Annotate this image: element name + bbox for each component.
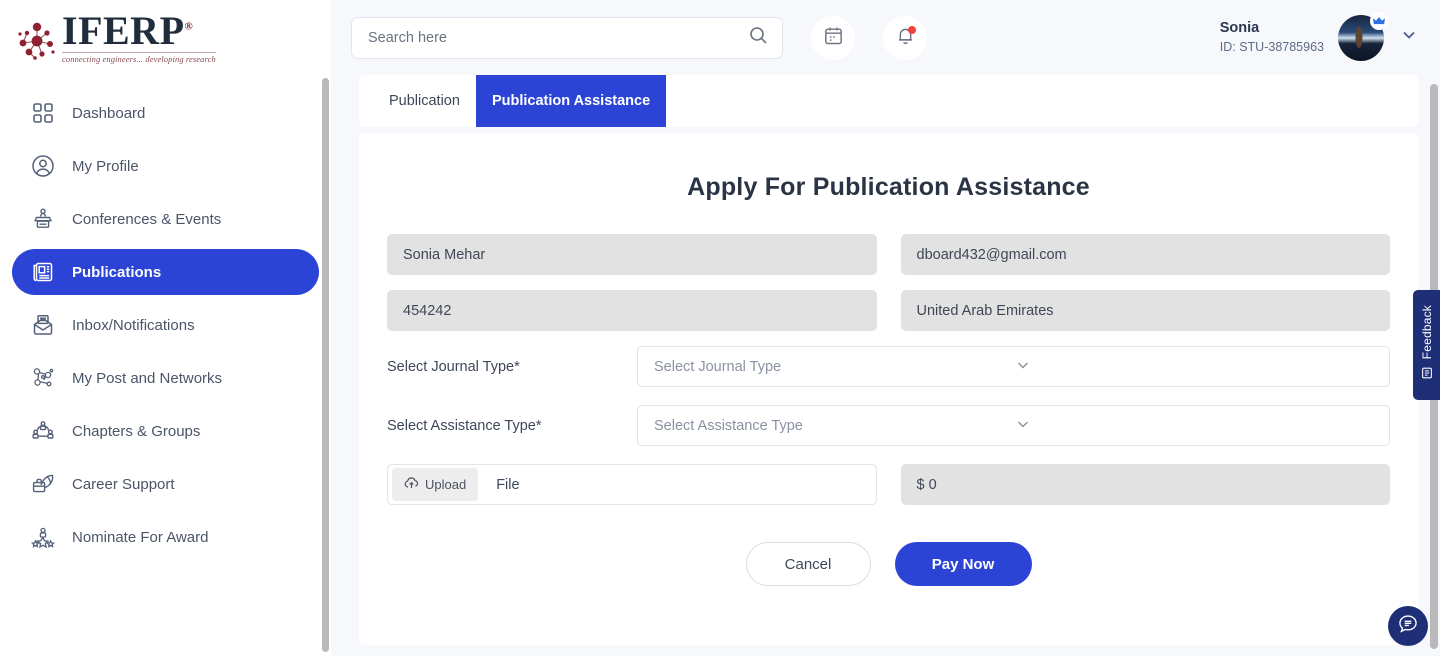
pay-now-button[interactable]: Pay Now <box>895 542 1032 586</box>
sidebar-item-label: Career Support <box>72 476 175 493</box>
feedback-label: Feedback <box>1420 305 1434 359</box>
envelope-icon <box>22 313 64 337</box>
user-name: Sonia <box>1220 19 1324 39</box>
avatar[interactable] <box>1338 15 1384 61</box>
tagline-part-1: connecting engineers... <box>62 54 143 64</box>
chevron-down-icon[interactable] <box>1400 26 1418 49</box>
form-actions: Cancel Pay Now <box>387 542 1390 586</box>
chevron-down-icon <box>1015 416 1376 436</box>
sidebar-item-my-post-and-networks[interactable]: My Post and Networks <box>12 355 319 401</box>
file-name-label: File <box>496 477 519 493</box>
sidebar-item-label: Chapters & Groups <box>72 423 200 440</box>
tab-publication-assistance[interactable]: Publication Assistance <box>476 75 666 127</box>
grid-icon <box>22 102 64 124</box>
chevron-down-icon <box>1015 357 1376 377</box>
assistance-type-label: Select Assistance Type* <box>387 418 637 434</box>
sidebar-item-career-support[interactable]: Career Support <box>12 461 319 507</box>
email-value: dboard432@gmail.com <box>917 247 1067 263</box>
journal-type-select[interactable]: Select Journal Type <box>637 346 1390 387</box>
sidebar-scrollbar[interactable] <box>322 78 329 652</box>
main-area: Sonia ID: STU-38785963 <box>331 0 1440 656</box>
amount-value: $ 0 <box>917 477 937 493</box>
sidebar-item-label: Nominate For Award <box>72 529 208 546</box>
file-upload-field[interactable]: Upload File <box>387 464 877 505</box>
tab-label: Publication Assistance <box>492 93 650 109</box>
amount-field: $ 0 <box>901 464 1391 505</box>
notification-badge <box>908 26 916 34</box>
sidebar-item-label: Publications <box>72 264 161 281</box>
brand-name-text: IFERP <box>62 8 185 53</box>
network-icon <box>22 366 64 390</box>
calendar-button[interactable] <box>811 16 855 60</box>
sidebar: IFERP® connecting engineers... developin… <box>0 0 331 656</box>
upload-button[interactable]: Upload <box>392 468 478 501</box>
sidebar-item-my-profile[interactable]: My Profile <box>12 143 319 189</box>
country-value: United Arab Emirates <box>917 303 1054 319</box>
sidebar-item-publications[interactable]: Publications <box>12 249 319 295</box>
award-icon <box>22 525 64 549</box>
assistance-type-value: Select Assistance Type <box>654 418 1015 434</box>
sidebar-item-nominate-for-award[interactable]: Nominate For Award <box>12 514 319 560</box>
brand-tagline: connecting engineers... developing resea… <box>62 52 216 64</box>
tagline-part-2: developing research <box>145 54 215 64</box>
calendar-icon <box>823 25 844 51</box>
sidebar-item-inbox-notifications[interactable]: Inbox/Notifications <box>12 302 319 348</box>
chat-bubble-icon <box>1397 613 1419 640</box>
tab-bar: Publication Publication Assistance <box>359 75 1418 127</box>
sidebar-nav: Dashboard My Profile <box>0 75 331 560</box>
registered-mark: ® <box>185 20 194 32</box>
content-area: Publication Publication Assistance Apply… <box>331 75 1440 645</box>
tab-label: Publication <box>389 93 460 109</box>
journal-type-value: Select Journal Type <box>654 359 1015 375</box>
sidebar-item-label: Dashboard <box>72 105 145 122</box>
topbar: Sonia ID: STU-38785963 <box>331 0 1440 75</box>
country-field: United Arab Emirates <box>901 290 1391 331</box>
cancel-button[interactable]: Cancel <box>746 542 871 586</box>
form-row-identity: Sonia Mehar dboard432@gmail.com <box>387 234 1390 275</box>
brand-logo[interactable]: IFERP® connecting engineers... developin… <box>0 0 331 75</box>
search-input[interactable] <box>368 30 748 46</box>
feedback-tab[interactable]: Feedback <box>1413 290 1440 400</box>
group-icon <box>22 419 64 443</box>
search-bar[interactable] <box>351 17 783 59</box>
email-field: dboard432@gmail.com <box>901 234 1391 275</box>
user-id: ID: STU-38785963 <box>1220 39 1324 56</box>
user-circle-icon <box>22 154 64 178</box>
form-row-journal-type: Select Journal Type* Select Journal Type <box>387 346 1390 387</box>
iferp-molecule-icon <box>14 18 60 64</box>
form-row-contact: 454242 United Arab Emirates <box>387 290 1390 331</box>
briefcase-icon <box>22 472 64 496</box>
sidebar-item-label: My Post and Networks <box>72 370 222 387</box>
name-value: Sonia Mehar <box>403 247 485 263</box>
form-row-upload-amount: Upload File $ 0 <box>387 464 1390 505</box>
user-menu[interactable]: Sonia ID: STU-38785963 <box>1220 15 1418 61</box>
upload-button-label: Upload <box>425 477 466 492</box>
cloud-upload-icon <box>404 476 419 494</box>
chat-widget-button[interactable] <box>1388 606 1428 646</box>
search-icon[interactable] <box>748 25 768 50</box>
sidebar-item-conferences-events[interactable]: Conferences & Events <box>12 196 319 242</box>
sidebar-item-label: My Profile <box>72 158 139 175</box>
name-field: Sonia Mehar <box>387 234 877 275</box>
form-row-assistance-type: Select Assistance Type* Select Assistanc… <box>387 405 1390 446</box>
phone-value: 454242 <box>403 303 451 319</box>
page-title: Apply For Publication Assistance <box>387 173 1390 202</box>
assistance-type-select[interactable]: Select Assistance Type <box>637 405 1390 446</box>
brand-name: IFERP® <box>62 12 216 50</box>
phone-field: 454242 <box>387 290 877 331</box>
notifications-button[interactable] <box>883 16 927 60</box>
sidebar-item-chapters-groups[interactable]: Chapters & Groups <box>12 408 319 454</box>
sidebar-item-label: Inbox/Notifications <box>72 317 195 334</box>
newspaper-icon <box>22 260 64 284</box>
sidebar-item-label: Conferences & Events <box>72 211 221 228</box>
sidebar-item-dashboard[interactable]: Dashboard <box>12 90 319 136</box>
podium-icon <box>22 207 64 231</box>
publication-assistance-form: Apply For Publication Assistance Sonia M… <box>359 133 1418 645</box>
journal-type-label: Select Journal Type* <box>387 359 637 375</box>
feedback-icon <box>1420 366 1434 385</box>
app-root: IFERP® connecting engineers... developin… <box>0 0 1440 656</box>
tab-publication[interactable]: Publication <box>373 75 476 127</box>
crown-icon <box>1370 12 1388 30</box>
